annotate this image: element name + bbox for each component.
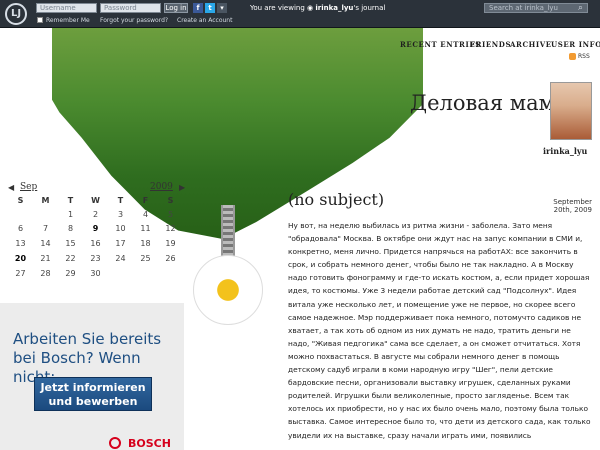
- calendar-day: [158, 269, 183, 278]
- calendar-day-labels: SMTWTFS: [8, 196, 183, 205]
- nav-friends[interactable]: FRIENDS: [470, 40, 511, 49]
- calendar-day: 1: [67, 210, 74, 219]
- nav-user-info[interactable]: USER INFO: [551, 40, 600, 49]
- calendar-day: 27: [15, 269, 26, 278]
- calendar-day: 3: [117, 210, 124, 219]
- calendar-day: 10: [115, 224, 126, 233]
- search-input[interactable]: Search at irinka_lyu: [484, 3, 588, 13]
- calendar-day-link[interactable]: 20: [8, 254, 33, 263]
- rss-icon[interactable]: [569, 53, 576, 60]
- calendar-day: 17: [115, 239, 126, 248]
- journal-title: Деловая мама: [410, 91, 568, 115]
- day-label: M: [41, 196, 50, 205]
- username-input[interactable]: Username: [36, 3, 97, 13]
- chevron-down-icon[interactable]: ▾: [217, 3, 227, 13]
- post-date: September 20th, 2009: [553, 198, 592, 214]
- calendar-day: 18: [140, 239, 151, 248]
- search-icon[interactable]: ⌕: [578, 3, 583, 13]
- journal-user-link[interactable]: irinka_lyu: [543, 146, 587, 156]
- top-bar: LJ Username Password Log in f t ▾ Rememb…: [0, 0, 600, 28]
- rss-link[interactable]: RSS: [578, 53, 590, 60]
- calendar-day: 29: [65, 269, 76, 278]
- twitter-icon[interactable]: t: [205, 3, 215, 13]
- calendar-day: [133, 269, 158, 278]
- day-label: F: [142, 196, 149, 205]
- calendar-day: 2: [92, 210, 99, 219]
- calendar-week: 6 7 8 9 10 11 12: [8, 224, 183, 233]
- viewing-user-link[interactable]: irinka_lyu: [315, 4, 353, 12]
- calendar-day: 25: [140, 254, 151, 263]
- calendar-header: ◀ Sep 2009 ▶: [8, 182, 188, 193]
- calendar-day: 16: [90, 239, 101, 248]
- calendar-day: 22: [65, 254, 76, 263]
- calendar-day-link[interactable]: 9: [83, 224, 108, 233]
- calendar-day: 6: [17, 224, 24, 233]
- calendar-week: 27 28 29 30: [8, 269, 183, 278]
- calendar-week: 20 21 22 23 24 25 26: [8, 254, 183, 263]
- password-input[interactable]: Password: [100, 3, 161, 13]
- remember-label: Remember Me: [46, 17, 90, 24]
- calendar-day: 28: [40, 269, 51, 278]
- calendar-day: [8, 210, 33, 219]
- calendar-day: 30: [90, 269, 101, 278]
- calendar-day: 5: [167, 210, 174, 219]
- login-button[interactable]: Log in: [164, 3, 188, 13]
- next-month-icon[interactable]: ▶: [179, 183, 185, 192]
- nav-archive[interactable]: ARCHIVE: [510, 40, 552, 49]
- forgot-password-link[interactable]: Forgot your password?: [100, 17, 168, 24]
- day-label: T: [117, 196, 124, 205]
- calendar-day: [108, 269, 133, 278]
- post-body: Ну вот, на неделю выбилась из ритма жизн…: [288, 221, 591, 440]
- day-label: S: [167, 196, 174, 205]
- ad-cta-button[interactable]: Jetzt informieren und bewerben: [34, 377, 152, 411]
- calendar-year-link[interactable]: 2009: [150, 182, 173, 192]
- calendar-day: 7: [42, 224, 49, 233]
- viewing-prefix: You are viewing: [250, 4, 305, 12]
- facebook-icon[interactable]: f: [193, 3, 203, 13]
- viewing-text: You are viewing ◉ irinka_lyu's journal: [250, 4, 385, 12]
- calendar-day: 24: [115, 254, 126, 263]
- calendar-week: 13 14 15 16 17 18 19: [8, 239, 183, 248]
- viewing-suffix: 's journal: [353, 4, 386, 12]
- calendar-day: 26: [165, 254, 176, 263]
- previous-month-icon[interactable]: ◀: [8, 183, 14, 192]
- calendar-month-link[interactable]: Sep: [20, 182, 37, 192]
- calendar-day: 4: [142, 210, 149, 219]
- calendar-day: [33, 210, 58, 219]
- post-title: (no subject): [288, 190, 385, 209]
- calendar-day: 13: [15, 239, 26, 248]
- calendar-day: 11: [140, 224, 151, 233]
- calendar-day: 21: [40, 254, 51, 263]
- bosch-logo-icon: [109, 437, 121, 449]
- day-label: S: [17, 196, 24, 205]
- bosch-brand: BOSCH: [128, 437, 171, 450]
- day-label: W: [91, 196, 100, 205]
- calendar-day: 19: [165, 239, 176, 248]
- user-avatar[interactable]: [550, 82, 592, 140]
- nav-recent-entries[interactable]: RECENT ENTRIES: [400, 40, 481, 49]
- calendar-day: 12: [165, 224, 176, 233]
- calendar-day: 15: [65, 239, 76, 248]
- daisy-decoration: [193, 255, 263, 325]
- create-account-link[interactable]: Create an Account: [177, 17, 232, 24]
- calendar-day: 14: [40, 239, 51, 248]
- calendar-week: 1 2 3 4 5: [8, 210, 183, 219]
- remember-checkbox[interactable]: [37, 17, 43, 23]
- calendar-day: 23: [90, 254, 101, 263]
- livejournal-logo[interactable]: LJ: [5, 3, 27, 25]
- day-label: T: [67, 196, 74, 205]
- calendar-day: 8: [67, 224, 74, 233]
